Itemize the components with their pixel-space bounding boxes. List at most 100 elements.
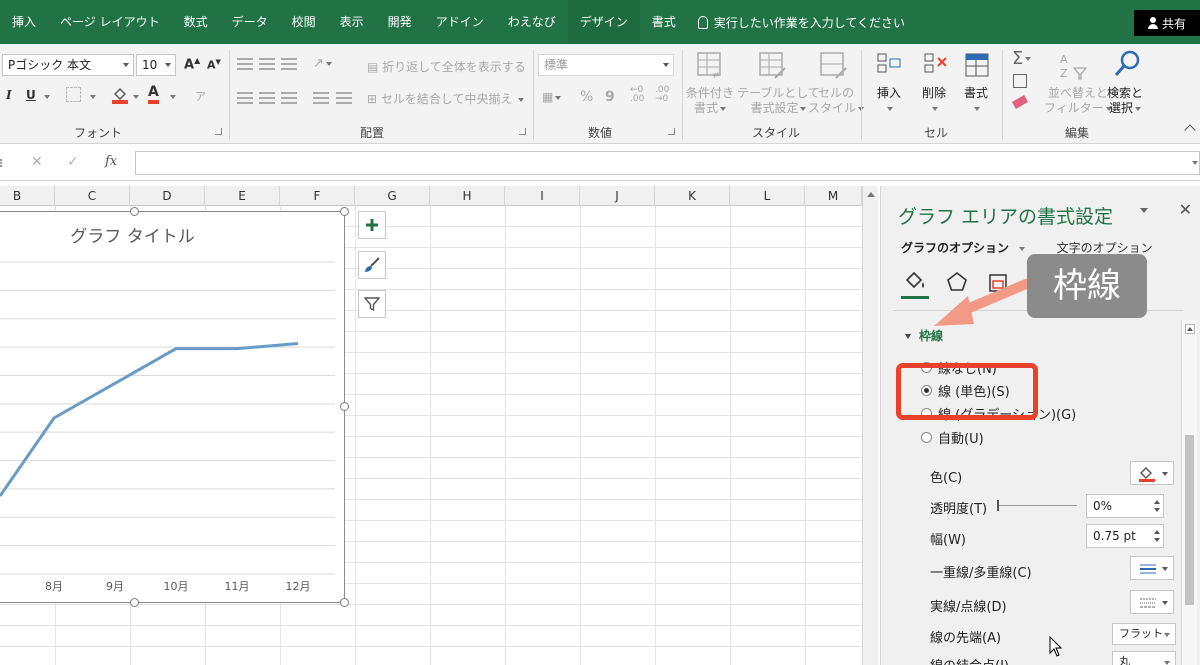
close-icon[interactable]: ✕ [1179, 200, 1192, 219]
share-button[interactable]: 共有 [1134, 10, 1200, 36]
font-size-combo[interactable]: 10 [136, 54, 176, 76]
chart-area[interactable]: グラフ タイトル 8月 9月 10月 11月 12月 [0, 211, 345, 603]
column-header[interactable]: I [505, 186, 580, 206]
grow-font-button[interactable]: A▲ [184, 56, 200, 72]
tab-chart-options[interactable]: グラフのオプション [901, 241, 1009, 255]
merge-center-button[interactable]: ⊞ セルを結合して中央揃え [367, 90, 525, 107]
resize-handle[interactable] [130, 598, 139, 607]
transparency-input[interactable]: 0% [1086, 494, 1164, 518]
pane-options-chevron-icon[interactable] [1140, 208, 1148, 213]
insert-function-icon[interactable]: fx [105, 154, 117, 169]
cell-styles-button[interactable]: セルの スタイル [808, 86, 865, 116]
tab-insert[interactable]: 挿入 [0, 0, 48, 44]
orientation-button[interactable]: ↗ [313, 56, 332, 71]
chart-filters-button[interactable] [358, 290, 386, 318]
tab-text-options[interactable]: 文字のオプション [1057, 241, 1153, 255]
pane-vertical-scrollbar[interactable] [1181, 320, 1197, 665]
comma-button[interactable]: 9 [605, 89, 615, 105]
tab-chart-design[interactable]: デザイン [567, 0, 640, 44]
resize-handle[interactable] [340, 598, 349, 607]
column-header[interactable]: C [55, 186, 130, 206]
font-color-button[interactable]: A [148, 84, 159, 104]
number-format-combo[interactable]: 標準 [538, 54, 674, 76]
find-select-button[interactable]: 検索と 選択 [1107, 86, 1143, 116]
column-header[interactable]: L [730, 186, 805, 206]
decrease-decimal-button[interactable]: .00 →0 [655, 86, 669, 104]
column-header[interactable]: D [130, 186, 205, 206]
chevron-down-icon[interactable] [1192, 161, 1198, 165]
font-name-combo[interactable]: Pゴシック 本文 [2, 54, 134, 76]
insert-cells-button[interactable]: 挿入 [877, 86, 901, 116]
cap-type-dropdown[interactable]: フラット [1112, 623, 1176, 645]
borders-button[interactable] [66, 87, 81, 102]
wrap-text-button[interactable]: ▤ 折り返して全体を表示する [367, 58, 526, 75]
percent-button[interactable]: % [580, 89, 593, 105]
tab-waenavi[interactable]: わえなび [496, 0, 568, 44]
compound-type-dropdown[interactable] [1130, 556, 1174, 580]
align-bottom-icon[interactable] [281, 58, 297, 70]
chart-series-line[interactable] [0, 341, 299, 497]
increase-indent-icon[interactable] [336, 92, 352, 104]
chart-styles-button[interactable] [358, 251, 386, 279]
collapse-ribbon-icon[interactable] [1184, 124, 1196, 136]
conditional-formatting-button[interactable]: 条件付き 書式 [686, 86, 734, 116]
italic-button[interactable]: I [6, 88, 12, 102]
column-header[interactable]: K [655, 186, 730, 206]
currency-button[interactable]: ▦ [542, 90, 562, 104]
tab-view[interactable]: 表示 [328, 0, 376, 44]
transparency-slider[interactable] [997, 500, 1077, 511]
clear-button[interactable] [1011, 95, 1029, 109]
phonetic-button[interactable]: ア [195, 88, 206, 104]
align-center-icon[interactable] [259, 92, 275, 104]
column-header[interactable]: E [205, 186, 280, 206]
radio-button[interactable] [921, 432, 932, 443]
align-left-icon[interactable] [237, 92, 253, 104]
fill-line-icon[interactable] [903, 270, 929, 294]
cancel-icon[interactable]: ✕ [31, 154, 43, 170]
resize-handle[interactable] [340, 402, 349, 411]
resize-handle[interactable] [130, 207, 139, 216]
increase-decimal-button[interactable]: ←0.00 [630, 86, 644, 104]
decrease-indent-icon[interactable] [313, 92, 329, 104]
resize-handle[interactable] [340, 207, 349, 216]
align-middle-icon[interactable] [259, 58, 275, 70]
delete-cells-button[interactable]: 削除 [922, 86, 946, 116]
scroll-up-icon[interactable] [867, 192, 875, 197]
spin-up-icon[interactable] [1154, 500, 1160, 504]
radio-automatic[interactable]: 自動(U) [921, 428, 984, 447]
tab-review[interactable]: 校閲 [280, 0, 328, 44]
number-dialog-launcher[interactable] [668, 128, 675, 135]
autosum-button[interactable]: Σ [1012, 48, 1032, 69]
underline-button[interactable]: U [26, 88, 36, 102]
spin-up-icon[interactable] [1154, 530, 1160, 534]
formula-input[interactable] [135, 151, 1200, 175]
namebox-grip-icon[interactable] [0, 159, 3, 167]
column-header[interactable]: G [355, 186, 430, 206]
spin-down-icon[interactable] [1154, 508, 1160, 512]
column-header[interactable]: H [430, 186, 505, 206]
column-header[interactable]: J [580, 186, 655, 206]
align-right-icon[interactable] [281, 92, 297, 104]
tab-developer[interactable]: 開発 [376, 0, 424, 44]
join-type-dropdown[interactable]: 丸 [1112, 651, 1176, 665]
chevron-down-icon[interactable] [1018, 246, 1025, 251]
sheet-vertical-scrollbar[interactable] [862, 186, 878, 665]
tell-me-box[interactable]: 実行したい作業を入力してください [697, 14, 905, 31]
tab-page-layout[interactable]: ページ レイアウト [48, 0, 172, 44]
tab-formulas[interactable]: 数式 [172, 0, 220, 44]
chart-elements-button[interactable] [358, 211, 386, 239]
sort-filter-button[interactable]: 並べ替えと フィルター [1044, 86, 1112, 116]
column-header[interactable]: B [0, 186, 55, 206]
spin-down-icon[interactable] [1154, 538, 1160, 542]
fill-button[interactable] [1013, 74, 1027, 88]
width-input[interactable]: 0.75 pt [1086, 524, 1164, 548]
column-header[interactable]: M [805, 186, 862, 206]
tab-data[interactable]: データ [220, 0, 280, 44]
font-dialog-launcher[interactable] [215, 128, 222, 135]
shrink-font-button[interactable]: A▼ [207, 58, 221, 72]
dash-type-dropdown[interactable] [1130, 590, 1174, 614]
fill-color-button[interactable] [112, 86, 128, 104]
tab-addins[interactable]: アドイン [424, 0, 496, 44]
enter-icon[interactable]: ✓ [67, 154, 79, 170]
format-cells-button[interactable]: 書式 [964, 86, 988, 116]
